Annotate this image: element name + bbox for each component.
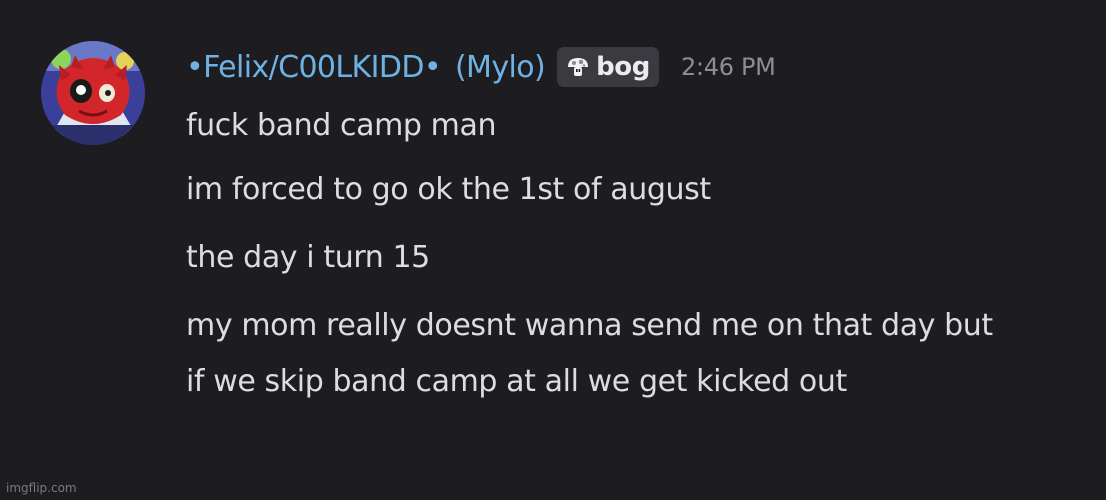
avatar-image xyxy=(41,41,145,145)
message-line: my mom really doesnt wanna send me on th… xyxy=(186,308,993,399)
author-display-name[interactable]: •Felix/C00LKIDD• xyxy=(186,50,442,85)
mushroom-icon xyxy=(568,58,589,76)
imgflip-watermark: imgflip.com xyxy=(6,481,77,495)
author-nickname[interactable]: (Mylo) xyxy=(455,50,546,85)
user-avatar[interactable] xyxy=(41,41,145,145)
server-tag-label: bog xyxy=(596,52,650,82)
message-timestamp[interactable]: 2:46 PM xyxy=(681,53,776,81)
message-header: •Felix/C00LKIDD• (Mylo) bog 2:46 PM xyxy=(186,44,776,90)
message-line: the day i turn 15 xyxy=(186,240,430,275)
message-line: fuck band camp man xyxy=(186,108,497,143)
server-tag-badge[interactable]: bog xyxy=(557,47,659,87)
message-line: im forced to go ok the 1st of august xyxy=(186,172,711,207)
